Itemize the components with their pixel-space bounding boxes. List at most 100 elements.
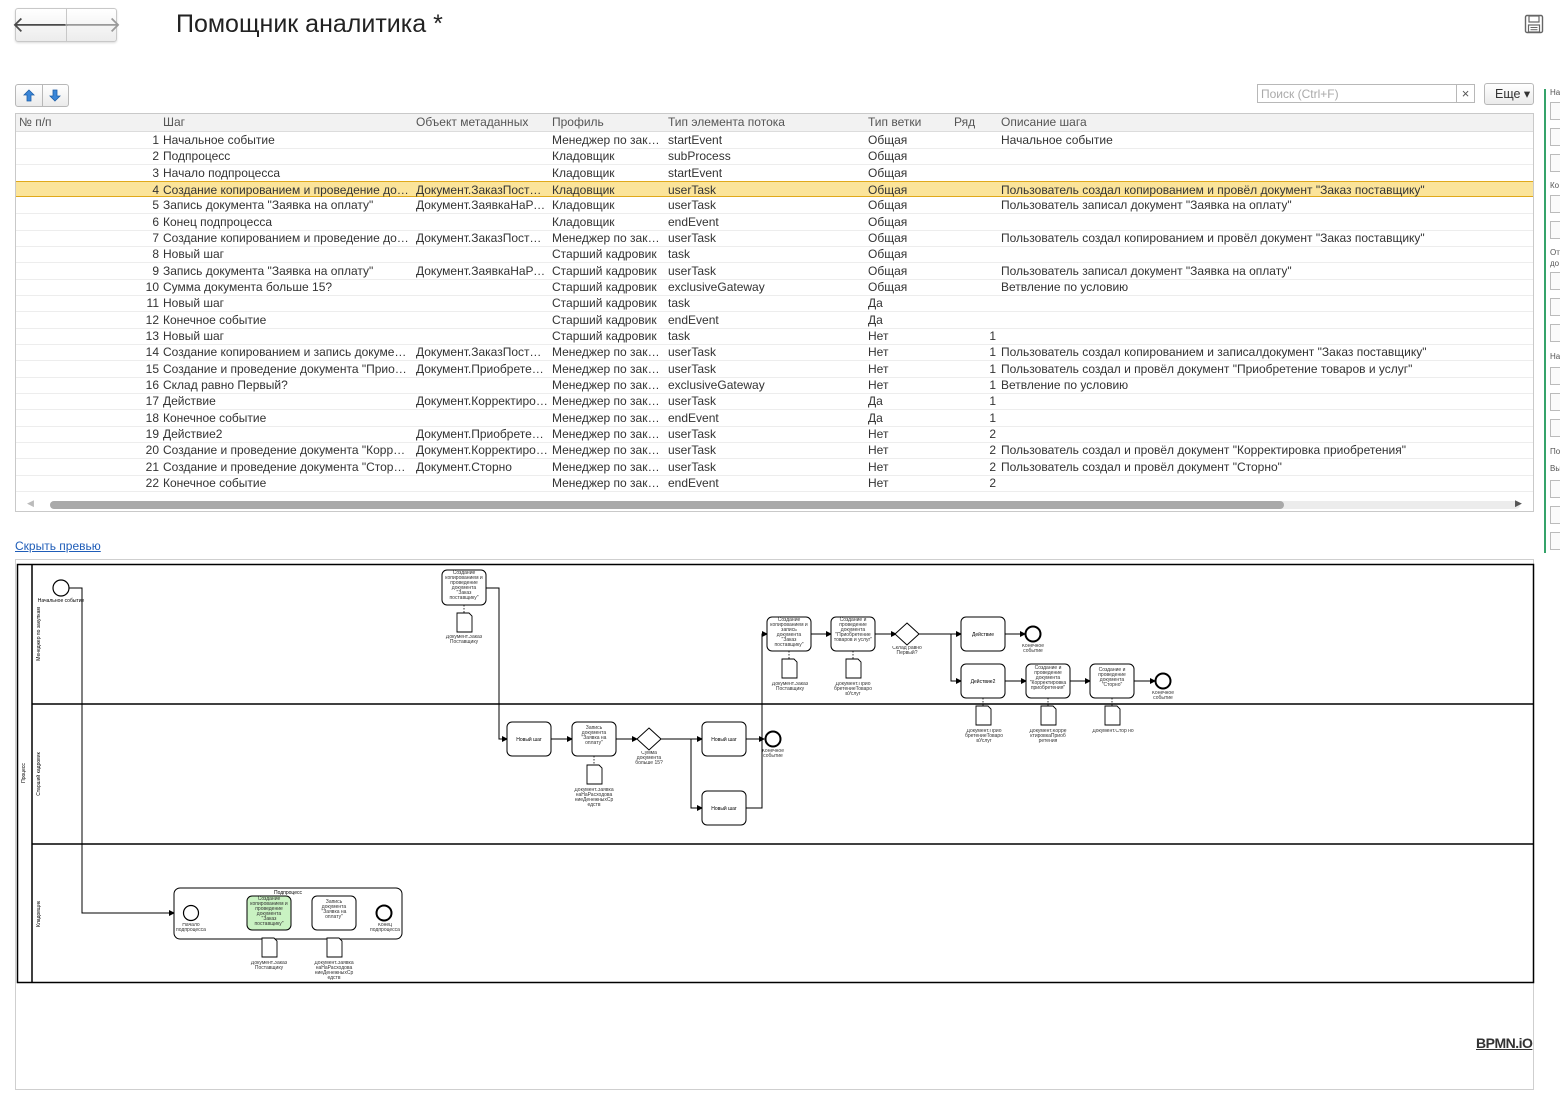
table-cell-row [954, 182, 996, 198]
table-row[interactable]: 9 Запись документа "Заявка на оплату" Доку… [16, 263, 1533, 280]
table-cell-n: 14 [145, 345, 159, 360]
column-header[interactable]: № п/п [19, 114, 159, 130]
side-panel-field[interactable] [1550, 195, 1560, 213]
table-row[interactable]: 5 Запись документа "Заявка на оплату" Доку… [16, 197, 1533, 215]
table-row[interactable]: 8 Новый шаг Старший кадровик task Общая [16, 246, 1533, 264]
side-panel-field[interactable] [1550, 393, 1560, 411]
start-event[interactable] [182, 904, 200, 922]
table-row[interactable]: 7 Создание копированием и проведение доку… [16, 230, 1533, 247]
side-panel-field[interactable] [1550, 367, 1560, 385]
move-up-button[interactable] [16, 85, 42, 106]
column-header[interactable]: Описание шага [1001, 114, 1401, 130]
table-row[interactable]: 14 Создание копированием и запись докумен… [16, 344, 1533, 362]
data-object[interactable] [326, 937, 343, 958]
exclusive-gateway[interactable] [894, 622, 920, 646]
table-cell-row: 1 [989, 345, 996, 360]
search-clear-button[interactable]: × [1456, 84, 1475, 103]
data-object[interactable] [781, 658, 798, 679]
horizontal-scrollbar[interactable]: ◀ ▶ [16, 497, 1533, 511]
side-panel-field[interactable] [1550, 272, 1560, 290]
end-event[interactable] [1024, 625, 1042, 643]
side-panel-field[interactable] [1550, 480, 1560, 498]
side-panel-field[interactable] [1550, 128, 1560, 146]
table-cell-n: 2 [152, 149, 159, 164]
table-cell-n: 20 [145, 443, 159, 458]
table-row[interactable]: 17 Действие Документ.Корректиров… Менеджер … [16, 393, 1533, 411]
data-object[interactable] [975, 705, 992, 726]
table-row[interactable]: 2 Подпроцесс Кладовщик subProcess Общая [16, 148, 1533, 166]
table-cell-type: userTask [668, 443, 717, 458]
more-button[interactable]: Еще ▾ [1484, 83, 1534, 105]
side-panel-field[interactable] [1550, 419, 1560, 437]
table-cell-desc [1001, 393, 1531, 409]
table-cell-desc: Пользователь записал документ "Заявка на… [1001, 263, 1292, 278]
column-header[interactable]: Профиль [552, 114, 662, 130]
side-panel-field[interactable] [1550, 154, 1560, 172]
scrollbar-thumb[interactable] [50, 501, 1284, 509]
table-cell-desc: Ветвление по условию [1001, 279, 1129, 294]
table-cell-type: userTask [668, 394, 717, 409]
table-row[interactable]: 21 Создание и проведение документа "Сторн… [16, 459, 1533, 476]
table-row[interactable]: 1 Начальное событие Менеджер по заку… start… [16, 132, 1533, 149]
side-panel-field[interactable] [1550, 324, 1560, 342]
table-cell-profile: Менеджер по заку… [552, 361, 662, 376]
side-panel-field[interactable] [1550, 532, 1560, 550]
side-panel-field[interactable] [1550, 506, 1560, 524]
table-row[interactable]: 13 Новый шаг Старший кадровик task Нет 1 [16, 328, 1533, 345]
table-cell-type: userTask [668, 361, 717, 376]
data-object[interactable] [845, 658, 862, 679]
scroll-right-icon[interactable]: ▶ [1515, 498, 1522, 509]
column-header[interactable]: Объект метаданных [416, 114, 546, 130]
table-cell-profile: Кладовщик [552, 149, 615, 164]
side-panel-field[interactable] [1550, 298, 1560, 316]
table-row[interactable]: 20 Создание и проведение документа "Корре… [16, 442, 1533, 460]
table-cell-branch: Да [868, 410, 883, 425]
back-button[interactable]: 🡐 [12, 9, 71, 41]
table-row[interactable]: 11 Новый шаг Старший кадровик task Да [16, 295, 1533, 313]
start-event[interactable] [52, 579, 70, 597]
table-row[interactable]: 4 Создание копированием и проведение доку… [16, 180, 1533, 198]
table-cell-obj [416, 312, 548, 328]
table-row[interactable]: 6 Конец подпроцесса Кладовщик endEvent Общая [16, 214, 1533, 231]
table-cell-branch: Да [868, 312, 883, 327]
table-row[interactable]: 16 Склад равно Первый? Менеджер по заку… ex… [16, 377, 1533, 394]
data-object[interactable] [586, 764, 603, 785]
side-panel-field[interactable] [1550, 221, 1560, 239]
move-down-button[interactable] [41, 85, 69, 106]
table-cell-profile: Кладовщик [552, 165, 615, 180]
table-cell-step: Конец подпроцесса [163, 214, 273, 229]
table-cell-n: 10 [145, 279, 159, 294]
search-input[interactable]: Поиск (Ctrl+F) [1257, 84, 1457, 103]
table-cell-n: 1 [152, 133, 159, 147]
end-event[interactable] [375, 904, 393, 922]
table-row[interactable]: 10 Сумма документа больше 15? Старший кадр… [16, 279, 1533, 296]
table-cell-type: exclusiveGateway [668, 279, 765, 294]
save-icon[interactable] [1524, 14, 1544, 34]
hide-preview-link[interactable]: Скрыть превью [15, 539, 101, 553]
table-cell-n: 7 [152, 230, 159, 245]
table-cell-branch: Общая [868, 182, 908, 197]
table-cell-type: task [668, 247, 691, 262]
side-panel-field[interactable] [1550, 102, 1560, 120]
data-object[interactable] [261, 937, 278, 958]
table-row[interactable]: 12 Конечное событие Старший кадровик endEve… [16, 312, 1533, 329]
scroll-left-icon[interactable]: ◀ [27, 498, 34, 509]
table-row[interactable]: 18 Конечное событие Менеджер по заку… endEv… [16, 410, 1533, 427]
table-row[interactable]: 3 Начало подпроцесса Кладовщик startEvent Об… [16, 165, 1533, 182]
column-header[interactable]: Ряд [954, 114, 994, 130]
column-header[interactable]: Тип ветки [868, 114, 948, 130]
table-row[interactable]: 22 Конечное событие Менеджер по заку… endEv… [16, 475, 1533, 492]
data-object[interactable] [1104, 705, 1121, 726]
end-event[interactable] [764, 730, 782, 748]
bpmn-io-logo[interactable]: BPMN.iO [1476, 1035, 1533, 1051]
table-row[interactable]: 15 Создание и проведение документа "Приоб… [16, 361, 1533, 378]
exclusive-gateway[interactable] [636, 727, 662, 751]
column-header[interactable]: Шаг [163, 114, 408, 130]
column-header[interactable]: Тип элемента потока [668, 114, 858, 130]
table-cell-n: 16 [145, 377, 159, 392]
forward-button[interactable]: 🡒 [63, 9, 122, 41]
table-row[interactable]: 19 Действие2 Документ.Приобретен… Менеджер … [16, 426, 1533, 443]
end-event[interactable] [1154, 672, 1172, 690]
data-object[interactable] [1040, 705, 1057, 726]
data-object[interactable] [456, 612, 473, 633]
